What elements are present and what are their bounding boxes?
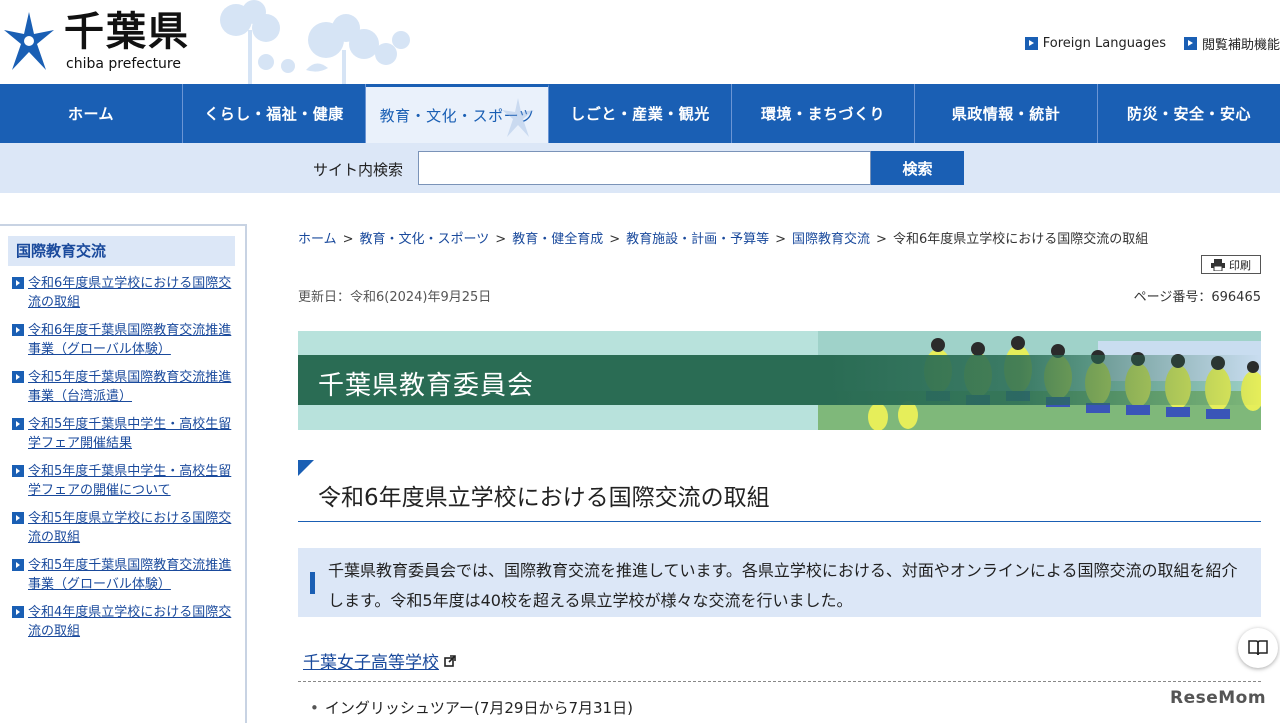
arrow-right-icon [12,559,24,571]
sidebar-item-link[interactable]: 令和5年度県立学校における国際交流の取組 [28,511,231,545]
sidebar-item: 令和5年度県立学校における国際交流の取組 [8,509,235,547]
page-number: ページ番号：696465 [1133,290,1261,305]
search-button[interactable]: 検索 [871,151,964,185]
section-heading: 千葉女子高等学校 [303,648,456,673]
arrow-right-icon [1183,37,1197,50]
arrow-right-icon [12,371,24,383]
lead-text: 千葉県教育委員会では、国際教育交流を推進しています。各県立学校における、対面やオ… [328,561,1238,610]
sidebar-list: 令和6年度県立学校における国際交流の取組 令和6年度千葉県国際教育交流推進事業（… [8,274,235,641]
chiba-girls-high-school-link[interactable]: 千葉女子高等学校 [303,648,439,673]
sidebar-item: 令和6年度千葉県国際教育交流推進事業（グローバル体験） [8,321,235,359]
list-item: イングリッシュツアー(7月29日から7月31日) [310,697,633,718]
site-header: 千葉県 chiba prefecture Foreign Languages 閲… [0,0,1280,84]
lead-text-box: 千葉県教育委員会では、国際教育交流を推進しています。各県立学校における、対面やオ… [298,548,1261,617]
foreign-languages-link[interactable]: Foreign Languages [1024,34,1166,53]
sidebar-title-link[interactable]: 国際教育交流 [16,242,106,260]
star-decoration-icon [502,98,534,137]
floating-reader-button[interactable] [1238,628,1278,668]
breadcrumb-home[interactable]: ホーム [298,232,337,247]
sidebar-item-link[interactable]: 令和6年度県立学校における国際交流の取組 [28,276,231,310]
nav-work-industry-tourism[interactable]: しごと・産業・観光 [549,84,732,143]
nanohana-flower-decoration-icon [220,0,410,84]
sidebar-item: 令和5年度千葉県国際教育交流推進事業（台湾派遣） [8,368,235,406]
print-label: 印刷 [1229,258,1251,272]
breadcrumb: ホーム > 教育・文化・スポーツ > 教育・健全育成 > 教育施設・計画・予算等 > 国際教育交… [298,228,1268,247]
resemom-watermark: ReseMom [1170,688,1267,708]
nav-environment-town[interactable]: 環境・まちづくり [732,84,915,143]
breadcrumb-international-exchange[interactable]: 国際教育交流 [792,232,870,247]
sidebar: 国際教育交流 令和6年度県立学校における国際交流の取組 令和6年度千葉県国際教育… [0,224,247,723]
sidebar-item-link[interactable]: 令和4年度県立学校における国際交流の取組 [28,605,231,639]
print-button[interactable]: 印刷 [1201,255,1261,274]
breadcrumb-current: 令和6年度県立学校における国際交流の取組 [892,232,1149,247]
arrow-right-icon [12,277,24,289]
nav-government-stats[interactable]: 県政情報・統計 [915,84,1098,143]
sidebar-item-link[interactable]: 令和5年度千葉県中学生・高校生留学フェア開催結果 [28,417,231,451]
site-logo[interactable]: 千葉県 chiba prefecture [0,6,200,76]
nav-life-welfare-health[interactable]: くらし・福祉・健康 [183,84,366,143]
breadcrumb-separator: > [775,232,787,247]
sidebar-item: 令和6年度県立学校における国際交流の取組 [8,274,235,312]
chiba-prefecture-emblem-icon [4,12,54,70]
accessibility-tools-label: 閲覧補助機能 [1201,38,1280,53]
breadcrumb-separator: > [342,232,354,247]
arrow-right-icon [12,512,24,524]
foreign-languages-label: Foreign Languages [1042,36,1166,51]
arrow-right-icon [12,418,24,430]
sidebar-item-link[interactable]: 令和5年度千葉県国際教育交流推進事業（グローバル体験） [28,558,231,592]
sidebar-item: 令和5年度千葉県中学生・高校生留学フェアの開催について [8,462,235,500]
external-link-icon [444,654,456,667]
sidebar-item-link[interactable]: 令和6年度千葉県国際教育交流推進事業（グローバル体験） [28,323,231,357]
arrow-right-icon [12,606,24,618]
sidebar-item: 令和4年度県立学校における国際交流の取組 [8,603,235,641]
sidebar-item-link[interactable]: 令和5年度千葉県国際教育交流推進事業（台湾派遣） [28,370,231,404]
sidebar-item-link[interactable]: 令和5年度千葉県中学生・高校生留学フェアの開催について [28,464,231,498]
nav-disaster-safety[interactable]: 防災・安全・安心 [1098,84,1280,143]
site-search-bar: サイト内検索 検索 [0,143,1280,193]
section-banner: 千葉県教育委員会 [298,331,1261,430]
breadcrumb-education-youth[interactable]: 教育・健全育成 [512,232,603,247]
arrow-right-icon [1024,37,1038,50]
breadcrumb-separator: > [609,232,621,247]
updated-date: 更新日：令和6(2024)年9月25日 [298,290,492,305]
banner-title: 千葉県教育委員会 [318,371,535,401]
logo-kanji: 千葉県 [64,9,190,55]
global-navigation: ホーム くらし・福祉・健康 教育・文化・スポーツ しごと・産業・観光 環境・まち… [0,84,1280,143]
breadcrumb-separator: > [876,232,887,247]
printer-icon [1211,258,1225,271]
nav-education-culture-sports[interactable]: 教育・文化・スポーツ [366,84,549,143]
arrow-right-icon [12,465,24,477]
nav-home[interactable]: ホーム [0,84,183,143]
page-title-block: 令和6年度県立学校における国際交流の取組 [298,460,1261,522]
accessibility-tools-link[interactable]: 閲覧補助機能 [1183,34,1280,53]
logo-english: chiba prefecture [66,56,181,72]
search-label: サイト内検索 [313,161,404,179]
breadcrumb-education-culture-sports[interactable]: 教育・文化・スポーツ [360,232,490,247]
breadcrumb-facilities-plans-budget[interactable]: 教育施設・計画・予算等 [626,232,769,247]
sidebar-item: 令和5年度千葉県国際教育交流推進事業（グローバル体験） [8,556,235,594]
page-title: 令和6年度県立学校における国際交流の取組 [318,485,770,511]
open-book-icon [1248,640,1268,656]
utility-links: Foreign Languages 閲覧補助機能 [1024,34,1280,53]
lead-accent-bar [310,572,315,594]
search-input[interactable] [418,151,871,185]
sidebar-title: 国際教育交流 [8,236,235,266]
sidebar-item: 令和5年度千葉県中学生・高校生留学フェア開催結果 [8,415,235,453]
breadcrumb-separator: > [495,232,507,247]
section-divider [298,681,1261,682]
corner-triangle-icon [298,460,314,476]
arrow-right-icon [12,324,24,336]
